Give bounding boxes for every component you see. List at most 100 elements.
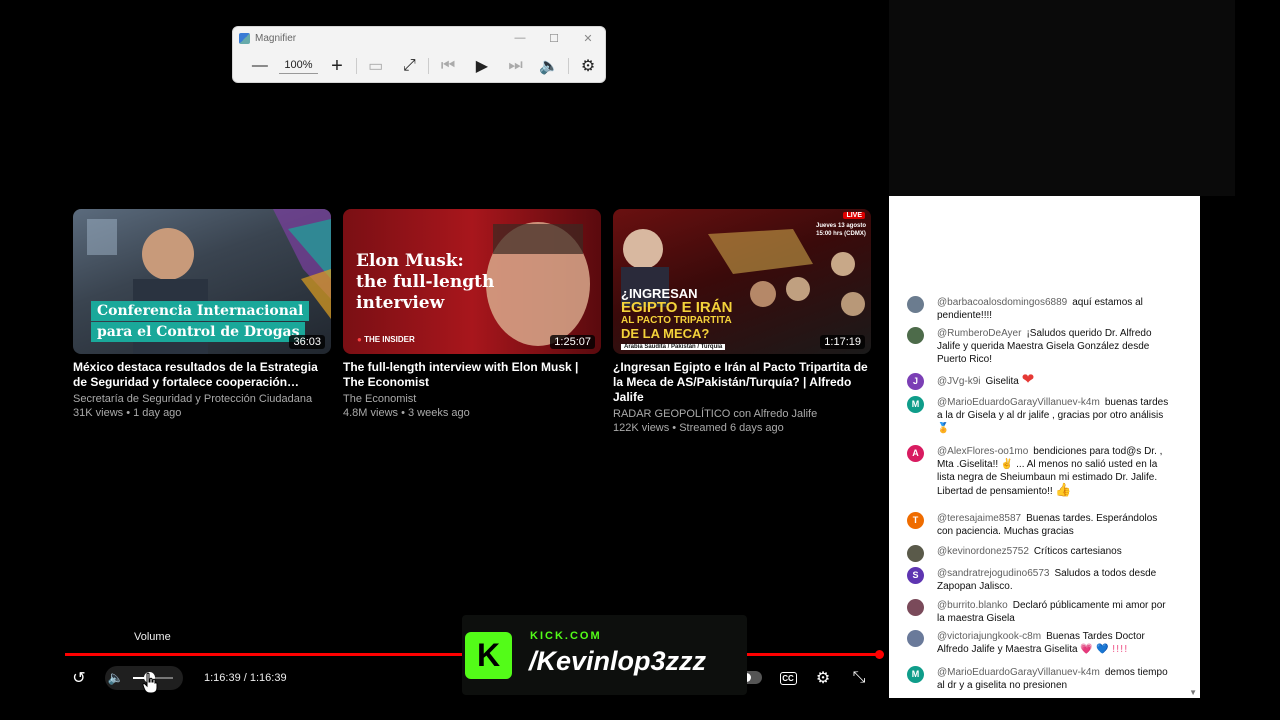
- heart-emoji: ❤: [1021, 370, 1035, 388]
- thumbnail-line1: Elon Musk:: [356, 251, 464, 271]
- avatar[interactable]: J: [907, 373, 924, 390]
- chat-text: Críticos cartesianos: [1033, 546, 1122, 557]
- video-title[interactable]: ¿Ingresan Egipto e Irán al Pacto Tripart…: [613, 360, 871, 405]
- zoom-out-button[interactable]: —: [243, 52, 277, 80]
- video-card[interactable]: Conferencia Internacional para el Contro…: [73, 209, 331, 420]
- read-from-here-button[interactable]: 🔈: [533, 52, 567, 80]
- settings-button[interactable]: ⚙: [571, 52, 605, 80]
- chat-author[interactable]: @victoriajungkook-c8m: [937, 631, 1041, 642]
- avatar[interactable]: S: [907, 567, 924, 584]
- video-stats: 4.8M views • 3 weeks ago: [343, 407, 470, 419]
- chat-author[interactable]: @RumberoDeAyer: [937, 328, 1021, 339]
- video-card[interactable]: LIVE Jueves 13 agosto 15:00 hrs (CDMX) ¿…: [613, 209, 871, 435]
- medal-emoji: 🏅: [937, 423, 950, 434]
- live-chat-panel: @barbacoalosdomingos6889 aquí estamos al …: [889, 196, 1200, 698]
- heart-emoji: 💗 💙 !!!!: [1080, 644, 1128, 655]
- avatar[interactable]: M: [907, 666, 924, 683]
- chat-author[interactable]: @JVg-k9i: [937, 376, 981, 387]
- expand-icon: ⤢: [403, 57, 416, 74]
- channel-name[interactable]: RADAR GEOPOLÍTICO con Alfredo Jalife: [613, 407, 871, 421]
- chat-author[interactable]: @MarioEduardoGarayVillanuev-k4m: [937, 397, 1100, 408]
- chat-message: @kevinordonez5752 Críticos cartesianos: [907, 545, 1172, 562]
- hand-cursor-icon: [142, 672, 158, 694]
- chat-author[interactable]: @AlexFlores-oo1mo: [937, 446, 1028, 457]
- thumbnail-heading: ¿INGRESAN EGIPTO E IRÁN AL PACTO TRIPART…: [621, 287, 732, 341]
- gear-icon: ⚙: [815, 670, 831, 687]
- collapse-icon: ⤡: [852, 669, 866, 686]
- thumbnail-line3: interview: [356, 293, 445, 313]
- progress-scrubber[interactable]: [875, 650, 884, 659]
- avatar[interactable]: [907, 545, 924, 562]
- frame-icon: ▭: [368, 58, 384, 75]
- magnifier-title: Magnifier: [255, 32, 297, 44]
- minimize-icon[interactable]: —: [503, 32, 537, 45]
- video-thumbnail[interactable]: Elon Musk: the full-length interview ● T…: [343, 209, 601, 354]
- thumbs-up-emoji: 👍: [1055, 483, 1072, 498]
- avatar[interactable]: T: [907, 512, 924, 529]
- chat-message: A @AlexFlores-oo1mo bendiciones para tod@…: [907, 445, 1172, 498]
- thumbnail-banner-line1: Conferencia Internacional: [91, 301, 310, 321]
- thumbnail-date: Jueves 13 agosto 15:00 hrs (CDMX): [815, 223, 867, 237]
- video-title[interactable]: México destaca resultados de la Estrateg…: [73, 360, 331, 390]
- video-duration: 1:17:19: [820, 335, 865, 349]
- avatar[interactable]: [907, 327, 924, 344]
- chat-author[interactable]: @kevinordonez5752: [937, 546, 1029, 557]
- kick-username: /Kevinlop3zzz: [529, 646, 707, 676]
- skip-back-icon: ⏮: [440, 57, 456, 74]
- view-mode-button[interactable]: ▭: [359, 52, 393, 80]
- chat-author[interactable]: @teresajaime8587: [937, 513, 1021, 524]
- chat-message: M @MarioEduardoGarayVillanuev-k4m demos t…: [907, 666, 1172, 692]
- magnifier-titlebar[interactable]: Magnifier — ☐ ✕: [233, 27, 605, 49]
- chat-text: Giselita: [985, 376, 1019, 387]
- scroll-down-icon[interactable]: ▼: [1189, 688, 1197, 697]
- close-icon[interactable]: ✕: [571, 32, 605, 45]
- video-thumbnail[interactable]: LIVE Jueves 13 agosto 15:00 hrs (CDMX) ¿…: [613, 209, 871, 354]
- replay-icon: ↺: [72, 670, 86, 687]
- thumbnail-line2: the full-length: [356, 272, 495, 292]
- kick-site-label: KICK.COM: [530, 630, 602, 642]
- settings-button[interactable]: ⚙: [813, 668, 833, 688]
- toolbar-divider: [428, 58, 430, 74]
- avatar[interactable]: A: [907, 445, 924, 462]
- speaker-icon: 🔈: [107, 670, 125, 685]
- toolbar-divider: [355, 58, 357, 74]
- previous-button[interactable]: ⏮: [431, 52, 465, 80]
- maximize-icon[interactable]: ☐: [537, 32, 571, 45]
- chat-author[interactable]: @barbacoalosdomingos6889: [937, 297, 1067, 308]
- thumbnail-heading: Elon Musk: the full-length interview: [356, 251, 494, 314]
- thumbnail-line4: DE LA MECA?: [621, 326, 710, 341]
- avatar[interactable]: [907, 599, 924, 616]
- channel-name[interactable]: Secretaría de Seguridad y Protección Ciu…: [73, 392, 331, 406]
- next-button[interactable]: ⏭: [499, 52, 533, 80]
- video-card[interactable]: Elon Musk: the full-length interview ● T…: [343, 209, 601, 420]
- chat-message: @victoriajungkook-c8m Buenas Tardes Docto…: [907, 630, 1172, 656]
- read-play-button[interactable]: ▶: [465, 52, 499, 80]
- minus-icon: —: [251, 57, 268, 74]
- channel-name[interactable]: The Economist: [343, 392, 601, 406]
- magnifier-app-icon: [239, 32, 250, 44]
- video-duration: 1:25:07: [550, 335, 595, 349]
- chat-message: S @sandratrejogudino6573 Saludos a todos …: [907, 567, 1172, 593]
- replay-button[interactable]: ↺: [69, 668, 89, 688]
- thumbnail-subtitle: Arabia Saudita / Pakistán / Turquía: [621, 344, 726, 350]
- chat-message: M @MarioEduardoGarayVillanuev-k4m buenas …: [907, 396, 1172, 435]
- zoom-in-button[interactable]: +: [320, 52, 354, 80]
- mute-button[interactable]: 🔈: [106, 668, 126, 688]
- magnifier-window: Magnifier — ☐ ✕ — 100% + ▭ ⤢ ⏮ ▶ ⏭ 🔈 ⚙: [232, 26, 606, 83]
- avatar[interactable]: [907, 630, 924, 647]
- chat-message: T @teresajaime8587 Buenas tardes. Esperán…: [907, 512, 1172, 538]
- chat-author[interactable]: @MarioEduardoGarayVillanuev-k4m: [937, 667, 1100, 678]
- fullscreen-button[interactable]: ⤢: [393, 52, 427, 80]
- brand-dot-icon: ●: [357, 335, 362, 344]
- chat-author[interactable]: @burrito.blanko: [937, 600, 1008, 611]
- video-thumbnail[interactable]: Conferencia Internacional para el Contro…: [73, 209, 331, 354]
- avatar[interactable]: [907, 296, 924, 313]
- chat-author[interactable]: @sandratrejogudino6573: [937, 568, 1049, 579]
- gear-icon: ⚙: [580, 58, 596, 75]
- avatar[interactable]: M: [907, 396, 924, 413]
- chat-message: J @JVg-k9i Giselita ❤: [907, 370, 1172, 390]
- captions-button[interactable]: CC: [778, 668, 798, 688]
- video-title[interactable]: The full-length interview with Elon Musk…: [343, 360, 601, 390]
- video-stats: 122K views • Streamed 6 days ago: [613, 422, 784, 434]
- exit-fullscreen-button[interactable]: ⤡: [849, 668, 869, 688]
